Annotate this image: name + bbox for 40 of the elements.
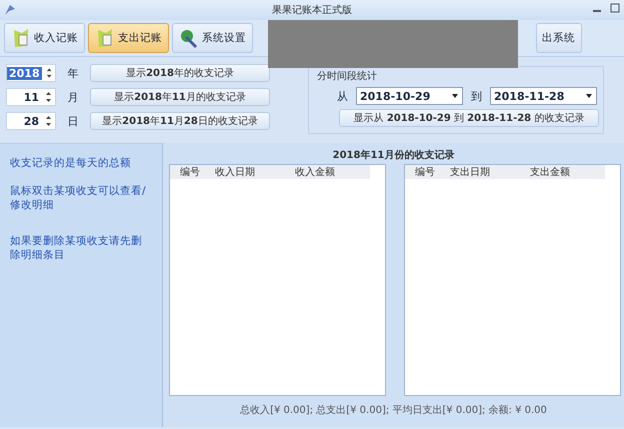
column-header: 支出日期 xyxy=(450,166,491,179)
spin-arrows-icon[interactable] xyxy=(44,66,53,80)
column-header: 编号 xyxy=(415,166,436,179)
date-dropdown[interactable]: 2018-10-29 xyxy=(356,87,463,105)
summary-text: 总收入[¥ 0.00]; 总支出[¥ 0.00]; 平均日支出[¥ 0.00]; 余额: ¥ 0.00 xyxy=(239,404,548,418)
spin-arrows-icon[interactable] xyxy=(44,114,53,128)
column-header: 支出金额 xyxy=(530,166,570,179)
date-dropdown[interactable]: 2018-11-28 xyxy=(490,87,597,105)
number-spinner[interactable]: 28 xyxy=(6,112,56,130)
from-label: 从 xyxy=(337,88,348,104)
tab[interactable]: 系统设置 xyxy=(172,23,253,53)
maximize-icon[interactable] xyxy=(610,3,620,13)
column-header: 收入日期 xyxy=(215,166,256,179)
window-title: 果果记账本正式版 xyxy=(272,4,352,17)
panel-title: 2018年11月份的收支记录 xyxy=(332,148,456,163)
group-legend: 分时间段统计 xyxy=(317,69,597,83)
dropdown-arrow-icon[interactable] xyxy=(585,93,593,99)
record-list[interactable]: 编号 收入日期 收入金额 xyxy=(169,164,386,396)
show-records-button[interactable]: 显示2018年的收支记录 xyxy=(90,64,270,82)
app-icon xyxy=(3,3,17,17)
tab[interactable]: 收入记账 xyxy=(4,23,85,53)
number-spinner[interactable]: 2018 xyxy=(6,64,56,82)
unit-label: 年 xyxy=(66,66,80,80)
tab[interactable]: 出系统 xyxy=(536,23,582,53)
unit-label: 日 xyxy=(66,114,80,128)
unit-label: 月 xyxy=(66,90,80,104)
record-list[interactable]: 编号 支出日期 支出金额 xyxy=(404,164,621,396)
show-records-button[interactable]: 显示2018年11月28日的收支记录 xyxy=(90,112,270,130)
number-spinner[interactable]: 11 xyxy=(6,88,56,106)
spin-arrows-icon[interactable] xyxy=(44,90,53,104)
column-header: 收入金额 xyxy=(295,166,335,179)
show-records-button[interactable]: 显示2018年11月的收支记录 xyxy=(90,88,270,106)
to-label: 到 xyxy=(471,88,482,104)
dropdown-arrow-icon[interactable] xyxy=(451,93,459,99)
show-range-button[interactable]: 显示从 2018-10-29 到 2018-11-28 的收支记录 xyxy=(339,109,599,127)
tip-text: 鼠标双击某项收支可以查看/修改明细 xyxy=(10,184,147,212)
tip-text: 如果要删除某项收支请先删除明细条目 xyxy=(10,234,143,262)
tab[interactable]: 支出记账 xyxy=(88,23,169,53)
column-header: 编号 xyxy=(180,166,201,179)
tip-text: 收支记录的是每天的总额 xyxy=(10,156,132,170)
